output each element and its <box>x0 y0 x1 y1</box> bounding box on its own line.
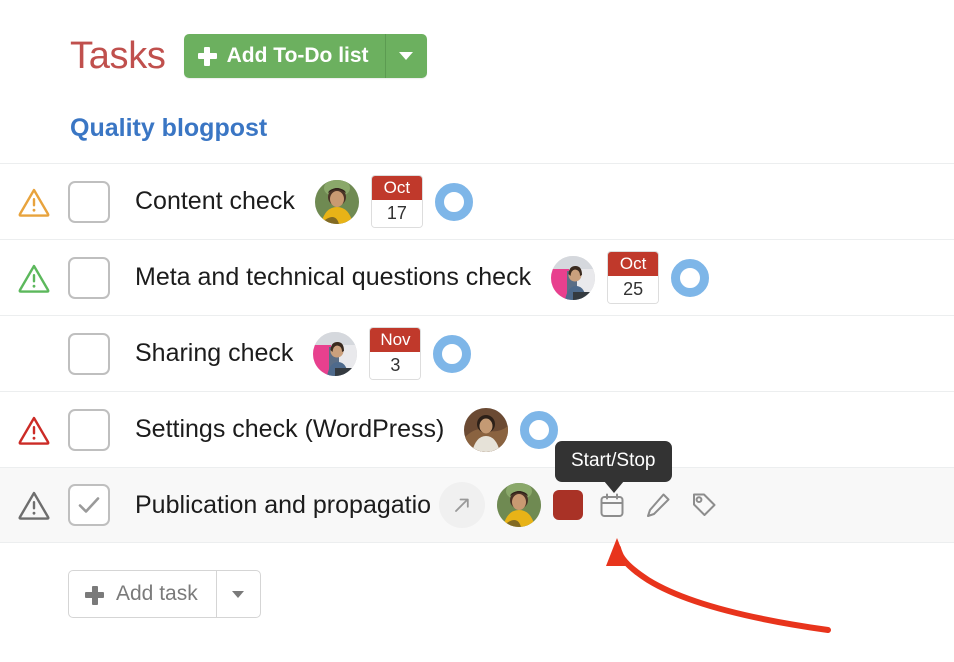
avatar[interactable] <box>313 331 358 376</box>
table-row[interactable]: Sharing check Nov 3 <box>0 315 954 391</box>
timer-ring-icon[interactable] <box>520 410 559 449</box>
calendar-icon[interactable] <box>595 488 629 522</box>
tag-icon[interactable] <box>687 488 721 522</box>
priority-slot <box>0 263 68 293</box>
task-checkbox[interactable] <box>68 332 110 375</box>
table-row[interactable]: Settings check (WordPress) <box>0 391 954 467</box>
task-title: Settings check (WordPress) <box>135 415 445 443</box>
add-todo-list-label: Add To-Do list <box>226 44 369 67</box>
table-row[interactable]: Publication and propagatio <box>0 467 954 543</box>
table-row[interactable]: Meta and technical questions check Oct 2… <box>0 239 954 315</box>
due-date-badge[interactable]: Oct 17 <box>370 175 423 228</box>
row-meta: Oct 17 <box>314 175 473 228</box>
priority-slot <box>0 187 68 217</box>
due-day: 3 <box>370 352 421 379</box>
task-list: Content check Oct 17 Meta and technical … <box>0 163 954 543</box>
due-date-badge[interactable]: Oct 25 <box>607 251 660 304</box>
task-title: Meta and technical questions check <box>135 263 532 291</box>
warning-triangle-icon[interactable] <box>17 490 51 520</box>
add-task-button-group[interactable]: Add task <box>68 570 261 618</box>
due-month: Nov <box>370 328 421 352</box>
stop-square-icon[interactable] <box>553 490 584 520</box>
priority-slot <box>0 415 68 445</box>
due-month: Oct <box>371 176 422 200</box>
add-todo-list-dropdown-button[interactable] <box>384 34 427 78</box>
table-row[interactable]: Content check Oct 17 <box>0 163 954 239</box>
due-date-badge[interactable]: Nov 3 <box>369 327 422 380</box>
tooltip: Start/Stop <box>555 441 672 493</box>
task-checkbox[interactable] <box>68 256 110 299</box>
task-checkbox[interactable] <box>68 180 110 223</box>
avatar[interactable] <box>314 179 359 224</box>
warning-triangle-icon[interactable] <box>17 187 51 217</box>
row-meta: Nov 3 <box>313 327 472 380</box>
task-title: Publication and propagatio <box>135 490 432 519</box>
checkmark-icon <box>78 497 100 513</box>
edit-pencil-icon[interactable] <box>641 488 675 522</box>
task-title: Content check <box>135 187 295 215</box>
plus-icon <box>197 46 217 66</box>
timer-ring-icon[interactable] <box>671 258 710 297</box>
task-checkbox[interactable] <box>68 408 110 451</box>
task-title: Sharing check <box>135 339 294 367</box>
add-task-area: Add task <box>68 570 261 618</box>
title-row: Tasks Add To-Do list <box>70 34 427 78</box>
chevron-down-icon <box>399 52 414 60</box>
due-month: Oct <box>608 252 659 276</box>
due-day: 25 <box>608 276 659 303</box>
add-task-dropdown-button[interactable] <box>215 571 260 617</box>
due-day: 17 <box>371 200 422 227</box>
timer-ring-icon[interactable] <box>434 182 473 221</box>
open-task-icon[interactable] <box>439 482 486 528</box>
chevron-down-icon <box>232 590 245 598</box>
avatar[interactable] <box>464 407 509 452</box>
page-header: Tasks Add To-Do list Quality blogpost <box>0 0 954 160</box>
add-todo-list-button[interactable]: Add To-Do list <box>183 34 385 78</box>
row-meta: Oct 25 <box>551 251 710 304</box>
tooltip-text: Start/Stop <box>571 450 656 471</box>
warning-triangle-icon[interactable] <box>17 263 51 293</box>
plus-icon <box>85 585 104 605</box>
avatar[interactable] <box>551 255 596 300</box>
add-todo-list-button-group[interactable]: Add To-Do list <box>183 34 427 78</box>
timer-ring-icon[interactable] <box>433 334 472 373</box>
warning-triangle-icon[interactable] <box>17 415 51 445</box>
page-title: Tasks <box>70 35 166 77</box>
todo-list-link[interactable]: Quality blogpost <box>70 114 267 143</box>
add-task-button[interactable]: Add task <box>69 571 216 617</box>
row-actions <box>439 482 721 528</box>
row-meta <box>464 407 559 452</box>
avatar[interactable] <box>497 483 542 527</box>
add-task-label: Add task <box>116 582 198 605</box>
task-checkbox[interactable] <box>68 484 110 526</box>
priority-slot <box>0 490 68 520</box>
